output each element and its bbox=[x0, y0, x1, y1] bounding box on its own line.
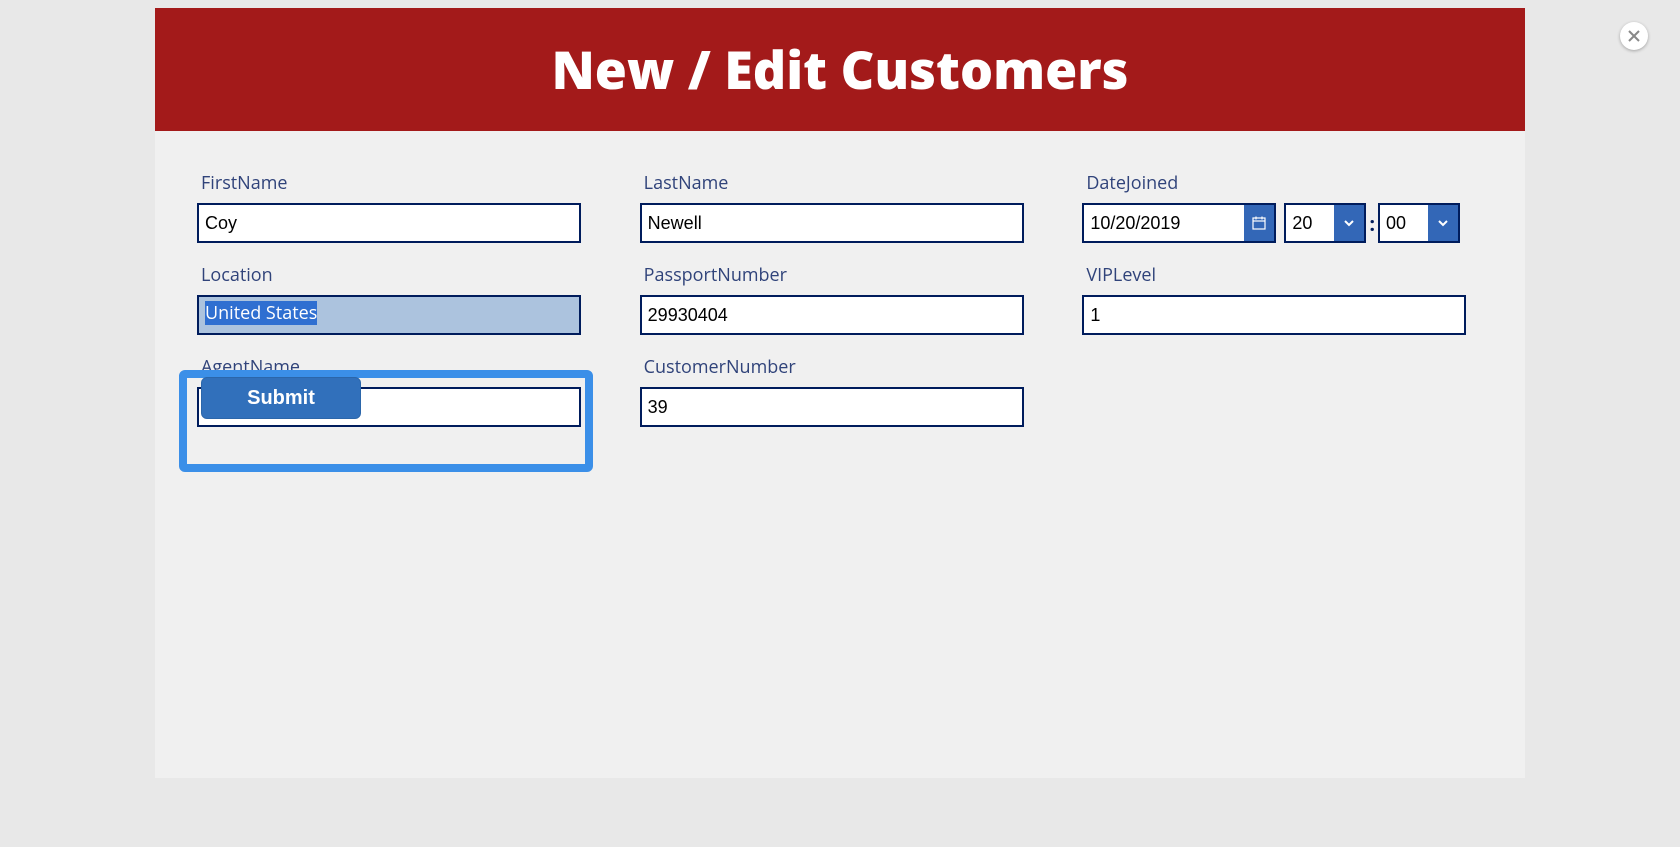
calendar-button[interactable] bbox=[1244, 205, 1274, 241]
submit-button[interactable]: Submit bbox=[201, 377, 361, 419]
chevron-down-icon bbox=[1436, 216, 1450, 230]
input-minute[interactable] bbox=[1380, 205, 1428, 241]
calendar-icon bbox=[1252, 216, 1266, 230]
label-firstname: FirstName bbox=[201, 171, 640, 195]
input-firstname[interactable] bbox=[197, 203, 581, 243]
input-passport[interactable] bbox=[640, 295, 1024, 335]
time-colon: : bbox=[1369, 210, 1375, 237]
panel: New / Edit Customers FirstName Location … bbox=[155, 8, 1525, 778]
close-icon bbox=[1628, 30, 1640, 42]
label-datejoined: DateJoined bbox=[1086, 171, 1525, 195]
field-location: Location United States bbox=[197, 263, 640, 335]
field-lastname: LastName bbox=[640, 171, 1083, 243]
column-2: LastName PassportNumber CustomerNumber bbox=[640, 171, 1083, 447]
label-passport: PassportNumber bbox=[644, 263, 1083, 287]
minute-select bbox=[1378, 203, 1460, 243]
label-custnumber: CustomerNumber bbox=[644, 355, 1083, 379]
date-picker bbox=[1082, 203, 1276, 243]
field-datejoined: DateJoined bbox=[1082, 171, 1525, 243]
input-lastname[interactable] bbox=[640, 203, 1024, 243]
label-lastname: LastName bbox=[644, 171, 1083, 195]
chevron-down-icon bbox=[1342, 216, 1356, 230]
header: New / Edit Customers bbox=[155, 8, 1525, 131]
field-firstname: FirstName bbox=[197, 171, 640, 243]
input-location[interactable]: United States bbox=[197, 295, 581, 335]
label-viplevel: VIPLevel bbox=[1086, 263, 1525, 287]
form: FirstName Location United States AgentNa… bbox=[155, 131, 1525, 447]
page-title: New / Edit Customers bbox=[155, 34, 1525, 105]
label-agentname: AgentName bbox=[201, 355, 640, 379]
field-viplevel: VIPLevel bbox=[1082, 263, 1525, 335]
input-date[interactable] bbox=[1084, 205, 1244, 241]
input-viplevel[interactable] bbox=[1082, 295, 1466, 335]
column-3: DateJoined bbox=[1082, 171, 1525, 447]
field-custnumber: CustomerNumber bbox=[640, 355, 1083, 427]
field-passport: PassportNumber bbox=[640, 263, 1083, 335]
input-custnumber[interactable] bbox=[640, 387, 1024, 427]
hour-dropdown-button[interactable] bbox=[1334, 205, 1364, 241]
input-hour[interactable] bbox=[1286, 205, 1334, 241]
hour-select bbox=[1284, 203, 1366, 243]
minute-dropdown-button[interactable] bbox=[1428, 205, 1458, 241]
input-location-text: United States bbox=[205, 301, 317, 325]
label-location: Location bbox=[201, 263, 640, 287]
close-button[interactable] bbox=[1620, 22, 1648, 50]
